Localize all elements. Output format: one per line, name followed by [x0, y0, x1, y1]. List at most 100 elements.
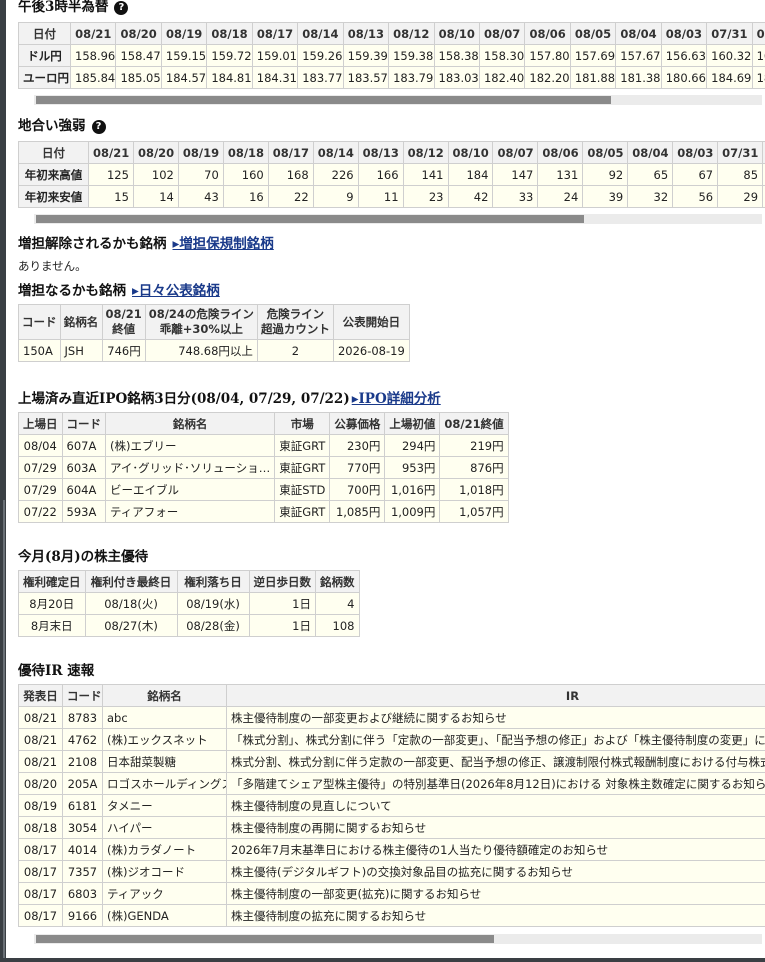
header-cell: 市場 [274, 412, 331, 435]
code-cell: 2108 [62, 750, 103, 773]
help-icon[interactable]: ? [114, 1, 129, 15]
ir-scrollbar-thumb[interactable] [36, 935, 494, 943]
value-cell: 159.26 [297, 44, 344, 67]
ir-title-link[interactable]: 「株式分割」、株式分割に伴う「定款の一部変更」、「配当予想の修正」および「株主優… [226, 728, 765, 751]
date-header-cell: 08/07 [478, 22, 526, 45]
value-cell: 158.30 [478, 44, 526, 67]
value-cell: 160 [222, 163, 269, 186]
yutai-title: 今月(8月)の株主優待 [18, 549, 149, 565]
stock-name-cell[interactable]: ロゴスホールディングス [102, 772, 227, 795]
date-header-cell: 08/17 [267, 141, 314, 164]
ipo-title: 上場済み直近IPO銘柄3日分(08/04, 07/29, 07/22) ▸IPO詳… [18, 390, 441, 408]
value-cell: 24 [537, 185, 584, 208]
ir-title-link[interactable]: 株主優待制度の再開に関するお知らせ [226, 816, 765, 839]
strength-section: 地合い強弱? [18, 117, 106, 135]
ipo-link[interactable]: ▸IPO詳細分析 [352, 391, 441, 407]
stock-name-cell[interactable]: タメニー [102, 794, 227, 817]
stock-name-cell[interactable]: (株)エックスネット [102, 728, 227, 751]
table-row: 08/21 2108 日本甜菜製糖 株式分割、株式分割に伴う定款の一部変更、配当予想の… [18, 750, 765, 773]
table-cell: ビーエイブル [104, 478, 276, 501]
ir-table-wrap: 発表日 コード 銘柄名 IR 08/21 8783 abc 株主優待制度の一部変更および継続に… [18, 684, 765, 927]
value-cell: 67 [672, 163, 719, 186]
header-cell: 08/21終値 [439, 412, 509, 435]
header-cell: 権利落ち日 [176, 570, 250, 593]
ir-title-link[interactable]: 株主優待制度の拡充に関するお知らせ [226, 904, 765, 927]
date-cell: 08/18 [18, 816, 63, 839]
value-cell: 156.63 [660, 44, 708, 67]
increase-link[interactable]: ▸日々公表銘柄 [132, 283, 220, 299]
table-row: ユーロ円 185.84 185.05 184.57 184.81 184.31 183.77… [18, 66, 765, 89]
stock-name-cell[interactable]: (株)カラダノート [102, 838, 227, 861]
code-cell: 8783 [62, 706, 103, 729]
table-row: 07/29 604A ビーエイブル 東証STD 700円 1,016円 1,018円 [18, 478, 509, 501]
stock-name-cell[interactable]: (株)GENDA [102, 904, 227, 927]
code-cell: 4762 [62, 728, 103, 751]
ir-title-link[interactable]: 株式分割、株式分割に伴う定款の一部変更、配当予想の修正、譲渡制限付株式報酬制度に… [226, 750, 765, 773]
ir-title-link[interactable]: 株主優待制度の一部変更および継続に関するお知らせ [226, 706, 765, 729]
header-cell: コード [61, 412, 106, 435]
value-cell: 102 [132, 163, 179, 186]
table-cell: 08/19(水) [176, 592, 250, 615]
value-cell: 163.58 [751, 44, 765, 67]
row-label-cell: 年初来高値 [18, 163, 89, 186]
value-cell: 184 [447, 163, 494, 186]
header-cell: コード [18, 304, 61, 340]
ipo-section: 上場済み直近IPO銘柄3日分(08/04, 07/29, 07/22) ▸IPO詳… [18, 390, 441, 408]
release-note: ありません。 [18, 259, 87, 273]
value-cell: 147 [492, 163, 539, 186]
table-row: 08/18 3054 ハイパー 株主優待制度の再開に関するお知らせ [18, 816, 765, 839]
table-row: 8月20日 08/18(火) 08/19(水) 1日 4 [18, 592, 360, 615]
value-cell: 183.03 [433, 66, 480, 89]
table-cell: 1日 [248, 614, 316, 637]
value-cell: 158.96 [69, 44, 117, 67]
date-header-cell: 07/31 [706, 22, 753, 45]
header-cell: 権利確定日 [18, 570, 86, 593]
header-cell: 08/24の危険ライン 乖離+30%以上 [144, 304, 258, 340]
ir-title-link[interactable]: 2026年7月末基準日における株主優待の1人当たり優待額確定のお知らせ [226, 838, 765, 861]
table-cell: JSH [59, 339, 103, 362]
ir-title-link[interactable]: 「多階建てシェア型株主優待」の特別基準日(2026年8月12日)における 対象株… [226, 772, 765, 795]
header-cell: 逆日歩日数 [248, 570, 316, 593]
table-cell: 746円 [101, 339, 146, 362]
header-row: 日付 08/21 08/20 08/19 08/18 08/17 08/14 08/13 08/… [18, 22, 765, 45]
yutai-table: 権利確定日 権利付き最終日 権利落ち日 逆日歩日数 銘柄数 8月20日 08/18(火) 08… [18, 570, 360, 637]
date-header-cell: 08/20 [115, 22, 162, 45]
date-header-cell: 08/12 [388, 22, 435, 45]
table-row: 08/17 4014 (株)カラダノート 2026年7月末基準日における株主優待の1人… [18, 838, 765, 861]
table-cell: アイ･グリッド･ソリューショ… [104, 456, 276, 479]
table-row: 08/17 9166 (株)GENDA 株主優待制度の拡充に関するお知らせ [18, 904, 765, 927]
fx-scrollbar[interactable] [34, 95, 762, 105]
release-title-text: 増担解除されるかも銘柄 [18, 236, 167, 252]
date-header-cell: 08/05 [582, 141, 629, 164]
strength-title-text: 地合い強弱 [18, 118, 86, 134]
fx-section: 午後3時半為替? [18, 0, 129, 16]
help-icon[interactable]: ? [91, 120, 106, 134]
table-cell: 593A [61, 500, 106, 523]
date-header-cell: 08/10 [447, 141, 494, 164]
stock-name-cell[interactable]: (株)ジオコード [102, 860, 227, 883]
strength-scrollbar-thumb[interactable] [36, 215, 584, 223]
value-cell: 226 [312, 163, 359, 186]
date-cell: 08/17 [18, 882, 63, 905]
strength-scrollbar[interactable] [34, 214, 762, 224]
fx-scrollbar-thumb[interactable] [36, 96, 611, 104]
code-cell: 7357 [62, 860, 103, 883]
table-row: 08/17 6803 ティアック 株主優待制度の一部変更(拡充)に関するお知らせ [18, 882, 765, 905]
value-cell: 29 [717, 185, 764, 208]
ipo-title-text: 上場済み直近IPO銘柄3日分(08/04, 07/29, 07/22) [18, 391, 350, 407]
table-cell: 07/29 [18, 478, 63, 501]
stock-name-cell[interactable]: 日本甜菜製糖 [102, 750, 227, 773]
stock-name-cell[interactable]: abc [102, 706, 227, 729]
table-cell: 08/28(金) [176, 614, 250, 637]
ir-title-link[interactable]: 株主優待制度の一部変更(拡充)に関するお知らせ [226, 882, 765, 905]
stock-name-cell[interactable]: ティアック [102, 882, 227, 905]
ir-title-link[interactable]: 株主優待(デジタルギフト)の交換対象品目の拡充に関するお知らせ [226, 860, 765, 883]
value-cell: 33 [492, 185, 539, 208]
stock-name-cell[interactable]: ハイパー [102, 816, 227, 839]
ir-scrollbar[interactable] [34, 934, 762, 944]
increase-title: 増担なるかも銘柄 ▸日々公表銘柄 [18, 282, 220, 300]
ir-title-link[interactable]: 株主優待制度の見直しについて [226, 794, 765, 817]
release-link[interactable]: ▸増担保規制銘柄 [173, 236, 274, 252]
header-cell: 発表日 [18, 684, 63, 707]
date-header-cell: 08/19 [177, 141, 224, 164]
